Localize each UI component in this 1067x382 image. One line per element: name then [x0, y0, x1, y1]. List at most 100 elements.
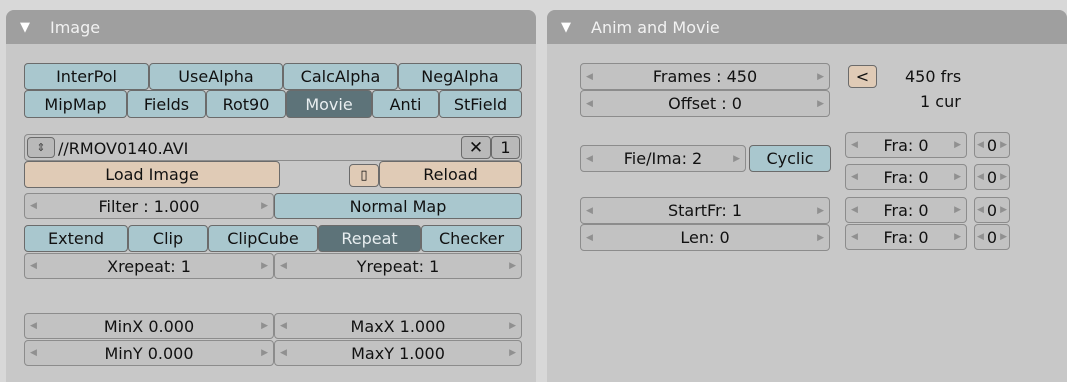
decrement-arrow-icon[interactable]: ◀ — [30, 348, 37, 358]
decrement-arrow-icon[interactable]: ◀ — [851, 172, 858, 182]
decrement-arrow-icon[interactable]: ◀ — [280, 348, 287, 358]
normal-map-toggle[interactable]: Normal Map — [274, 193, 522, 219]
miny-field[interactable]: ◀ MinY 0.000 ▶ — [24, 340, 274, 366]
increment-arrow-icon[interactable]: ▶ — [954, 232, 961, 242]
anim-panel-header[interactable]: ▼ Anim and Movie — [547, 10, 1067, 44]
increment-arrow-icon[interactable]: ▶ — [509, 321, 516, 331]
increment-arrow-icon[interactable]: ▶ — [1000, 172, 1007, 182]
decrement-arrow-icon[interactable]: ◀ — [586, 72, 593, 82]
repeat-option[interactable]: Repeat — [318, 225, 421, 252]
image-file-path[interactable]: //RMOV0140.AVI — [58, 138, 188, 159]
increment-arrow-icon[interactable]: ▶ — [954, 172, 961, 182]
startfr-field[interactable]: ◀ StartFr: 1 ▶ — [580, 197, 830, 224]
increment-arrow-icon[interactable]: ▶ — [733, 154, 740, 164]
anim-movie-panel: ▼ Anim and Movie ◀ Frames : 450 ▶ ◀ Offs… — [547, 10, 1067, 382]
fra-value-field[interactable]: ◀ 0 ▶ — [974, 197, 1010, 223]
set-frames-button[interactable]: < — [848, 65, 877, 88]
pack-icon[interactable]: ▯ — [349, 164, 379, 187]
anti-toggle[interactable]: Anti — [372, 90, 439, 118]
decrement-arrow-icon[interactable]: ◀ — [586, 206, 593, 216]
decrement-arrow-icon[interactable]: ◀ — [30, 321, 37, 331]
fie-ima-field[interactable]: ◀ Fie/Ima: 2 ▶ — [580, 145, 746, 172]
fra-field[interactable]: ◀ Fra: 0 ▶ — [845, 132, 967, 158]
image-users-count[interactable]: 1 — [491, 136, 520, 159]
image-panel-header[interactable]: ▼ Image — [6, 10, 536, 44]
increment-arrow-icon[interactable]: ▶ — [817, 233, 824, 243]
extend-option[interactable]: Extend — [24, 225, 128, 252]
clip-option[interactable]: Clip — [128, 225, 208, 252]
current-frame-readout: 1 cur — [920, 92, 961, 111]
decrement-arrow-icon[interactable]: ◀ — [851, 232, 858, 242]
yrepeat-field[interactable]: ◀ Yrepeat: 1 ▶ — [274, 253, 522, 279]
increment-arrow-icon[interactable]: ▶ — [261, 201, 268, 211]
calcalpha-toggle[interactable]: CalcAlpha — [283, 63, 398, 90]
panel-title: Image — [50, 17, 101, 37]
decrement-arrow-icon[interactable]: ◀ — [977, 205, 984, 215]
decrement-arrow-icon[interactable]: ◀ — [586, 233, 593, 243]
maxy-label: MaxY 1.000 — [351, 343, 445, 363]
fra-label: Fra: 0 — [883, 227, 929, 247]
startfr-label: StartFr: 1 — [667, 201, 743, 220]
increment-arrow-icon[interactable]: ▶ — [509, 261, 516, 271]
minx-field[interactable]: ◀ MinX 0.000 ▶ — [24, 313, 274, 339]
fra-value-field[interactable]: ◀ 0 ▶ — [974, 164, 1010, 190]
increment-arrow-icon[interactable]: ▶ — [261, 261, 268, 271]
frames-field[interactable]: ◀ Frames : 450 ▶ — [580, 63, 830, 90]
fra-field[interactable]: ◀ Fra: 0 ▶ — [845, 197, 967, 223]
xrepeat-field[interactable]: ◀ Xrepeat: 1 ▶ — [24, 253, 274, 279]
fra-value-field[interactable]: ◀ 0 ▶ — [974, 132, 1010, 158]
offset-field[interactable]: ◀ Offset : 0 ▶ — [580, 90, 830, 117]
maxy-field[interactable]: ◀ MaxY 1.000 ▶ — [274, 340, 522, 366]
cyclic-toggle[interactable]: Cyclic — [749, 145, 831, 172]
increment-arrow-icon[interactable]: ▶ — [817, 72, 824, 82]
load-image-button[interactable]: Load Image — [24, 161, 280, 188]
fra-field[interactable]: ◀ Fra: 0 ▶ — [845, 224, 967, 250]
fra-value-field[interactable]: ◀ 0 ▶ — [974, 224, 1010, 250]
decrement-arrow-icon[interactable]: ◀ — [851, 140, 858, 150]
movie-toggle[interactable]: Movie — [286, 90, 372, 118]
maxx-field[interactable]: ◀ MaxX 1.000 ▶ — [274, 313, 522, 339]
increment-arrow-icon[interactable]: ▶ — [817, 206, 824, 216]
increment-arrow-icon[interactable]: ▶ — [954, 205, 961, 215]
fields-toggle[interactable]: Fields — [127, 90, 206, 118]
clipcube-option[interactable]: ClipCube — [208, 225, 318, 252]
increment-arrow-icon[interactable]: ▶ — [1000, 205, 1007, 215]
fra-label: Fra: 0 — [883, 135, 929, 155]
reload-button[interactable]: Reload — [379, 161, 522, 188]
decrement-arrow-icon[interactable]: ◀ — [977, 232, 984, 242]
usealpha-toggle[interactable]: UseAlpha — [149, 63, 283, 90]
decrement-arrow-icon[interactable]: ◀ — [280, 321, 287, 331]
collapse-triangle-icon[interactable]: ▼ — [20, 20, 30, 35]
decrement-arrow-icon[interactable]: ◀ — [30, 261, 37, 271]
interpol-toggle[interactable]: InterPol — [24, 63, 149, 90]
increment-arrow-icon[interactable]: ▶ — [509, 348, 516, 358]
checker-option[interactable]: Checker — [421, 225, 522, 252]
stfield-toggle[interactable]: StField — [439, 90, 522, 118]
increment-arrow-icon[interactable]: ▶ — [1000, 140, 1007, 150]
fra-field[interactable]: ◀ Fra: 0 ▶ — [845, 164, 967, 190]
close-icon[interactable]: ✕ — [461, 136, 491, 159]
increment-arrow-icon[interactable]: ▶ — [261, 321, 268, 331]
decrement-arrow-icon[interactable]: ◀ — [851, 205, 858, 215]
browse-image-icon[interactable]: ⇕ — [27, 137, 55, 158]
rot90-toggle[interactable]: Rot90 — [206, 90, 286, 118]
decrement-arrow-icon[interactable]: ◀ — [977, 140, 984, 150]
decrement-arrow-icon[interactable]: ◀ — [30, 201, 37, 211]
negalpha-toggle[interactable]: NegAlpha — [398, 63, 522, 90]
decrement-arrow-icon[interactable]: ◀ — [586, 99, 593, 109]
frames-count-readout: 450 frs — [905, 67, 962, 86]
increment-arrow-icon[interactable]: ▶ — [817, 99, 824, 109]
increment-arrow-icon[interactable]: ▶ — [954, 140, 961, 150]
panel-title: Anim and Movie — [591, 17, 720, 37]
decrement-arrow-icon[interactable]: ◀ — [280, 261, 287, 271]
decrement-arrow-icon[interactable]: ◀ — [586, 154, 593, 164]
increment-arrow-icon[interactable]: ▶ — [261, 348, 268, 358]
collapse-triangle-icon[interactable]: ▼ — [561, 20, 571, 35]
increment-arrow-icon[interactable]: ▶ — [1000, 232, 1007, 242]
len-field[interactable]: ◀ Len: 0 ▶ — [580, 224, 830, 251]
filter-field[interactable]: ◀ Filter : 1.000 ▶ — [24, 193, 274, 219]
decrement-arrow-icon[interactable]: ◀ — [977, 172, 984, 182]
fie-ima-label: Fie/Ima: 2 — [623, 149, 703, 168]
fra-label: Fra: 0 — [883, 167, 929, 187]
mipmap-toggle[interactable]: MipMap — [24, 90, 127, 118]
